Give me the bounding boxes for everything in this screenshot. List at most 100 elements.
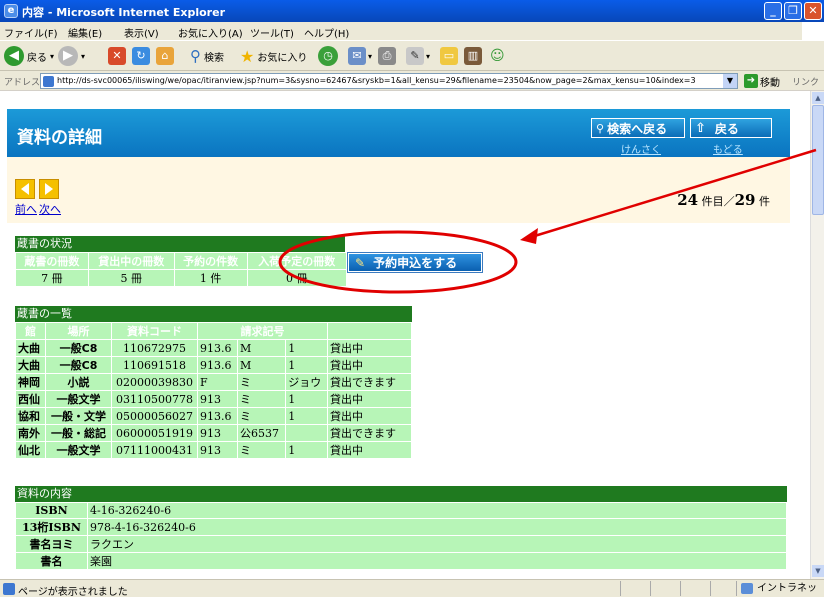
- discuss-button[interactable]: ▭: [440, 45, 458, 67]
- table-cell: 貸出できます: [327, 424, 412, 442]
- research-button[interactable]: ▥: [464, 45, 482, 67]
- list-header: 請求記号: [197, 322, 328, 340]
- stop-button[interactable]: ✕: [108, 45, 126, 67]
- table-cell: 協和: [15, 407, 46, 425]
- field-value: 978-4-16-326240-6: [87, 518, 787, 536]
- minimize-button[interactable]: _: [764, 2, 782, 20]
- search-back-button[interactable]: ⚲ 検索へ戻る: [591, 118, 685, 138]
- holdings-status-title: 蔵書の状況: [15, 236, 345, 252]
- list-header: 資料コード: [111, 322, 198, 340]
- reserve-button[interactable]: ✎ 予約申込をする: [347, 252, 483, 273]
- menu-help[interactable]: ヘルプ(H): [304, 25, 349, 40]
- field-value: 4-16-326240-6: [87, 502, 787, 519]
- maximize-button[interactable]: ❐: [784, 2, 802, 20]
- table-cell: 一般文学: [45, 390, 112, 408]
- table-cell: 07111000431: [111, 441, 198, 459]
- menu-file[interactable]: ファイル(F): [4, 25, 58, 40]
- edit-button[interactable]: ✎ ▾: [406, 45, 430, 67]
- back-link-button[interactable]: ⇧ 戻る: [690, 118, 772, 138]
- page-title: 資料の詳細: [17, 128, 102, 148]
- links-label[interactable]: リンク: [792, 75, 819, 88]
- table-cell: 貸出中: [327, 390, 412, 408]
- holdings-list-title: 蔵書の一覧: [15, 306, 412, 322]
- browser-window: e 内容 - Microsoft Internet Explorer _ ❐ ✕…: [0, 0, 824, 597]
- prev-link[interactable]: 前へ: [15, 201, 37, 217]
- home-icon: ⌂: [156, 47, 174, 65]
- table-cell: ジョウ: [285, 373, 328, 391]
- scroll-thumb[interactable]: [812, 105, 824, 215]
- window-title: 内容 - Microsoft Internet Explorer: [22, 6, 225, 19]
- table-cell: 一般C8: [45, 339, 112, 357]
- toolbar: ◀ 戻る ▾ ▶ ▾ ✕ ↻ ⌂ ⚲ 検索 ★ お気に入り ◷ ✉ ▾ ⎙ ✎ …: [0, 40, 824, 70]
- table-cell: 公6537: [237, 424, 287, 442]
- favorites-button[interactable]: ★ お気に入り: [240, 45, 307, 67]
- chevron-down-icon: ▾: [81, 51, 86, 61]
- close-button[interactable]: ✕: [804, 2, 822, 20]
- table-cell: 仙北: [15, 441, 46, 459]
- table-cell: M: [237, 339, 287, 357]
- navigation-band: 前へ 次へ 24 件目／29 件: [7, 157, 790, 223]
- vertical-scrollbar[interactable]: ▲ ▼: [810, 91, 824, 579]
- table-cell: 一般C8: [45, 356, 112, 374]
- table-cell: 貸出中: [327, 407, 412, 425]
- table-row: 13桁ISBN 978-4-16-326240-6: [15, 518, 787, 536]
- table-row: 南外 一般・総記 06000051919 913 公6537 貸出できます: [15, 424, 412, 442]
- result-count: 24 件目／29 件: [677, 191, 770, 209]
- table-cell: 西仙: [15, 390, 46, 408]
- table-cell: 913: [196, 424, 239, 442]
- search-icon: ⚲: [190, 47, 201, 65]
- search-button[interactable]: ⚲ 検索: [190, 45, 224, 67]
- chevron-down-icon[interactable]: ▼: [723, 74, 737, 88]
- list-header: 場所: [45, 322, 112, 340]
- books-icon: ▥: [464, 47, 482, 65]
- history-icon: ◷: [318, 46, 338, 66]
- forward-arrow-icon: ▶: [58, 46, 78, 66]
- menu-view[interactable]: 表示(V): [124, 25, 159, 40]
- home-button[interactable]: ⌂: [156, 45, 174, 67]
- page-content: 資料の詳細 ⚲ 検索へ戻る けんさく ⇧ 戻る もどる 前へ 次へ 24 件目／…: [0, 91, 810, 579]
- search-back-sub-link[interactable]: けんさく: [621, 141, 661, 156]
- go-button[interactable]: ➜ 移動: [744, 73, 780, 89]
- menu-favorites[interactable]: お気に入り(A): [178, 25, 243, 40]
- history-button[interactable]: ◷: [318, 45, 338, 67]
- menu-bar: ファイル(F) 編集(E) 表示(V) お気に入り(A) ツール(T) ヘルプ(…: [0, 22, 824, 40]
- table-cell: 1: [285, 407, 328, 425]
- messenger-button[interactable]: ☺: [490, 45, 505, 67]
- next-arrow-button[interactable]: [39, 179, 59, 199]
- prev-arrow-button[interactable]: [15, 179, 35, 199]
- page-header: 資料の詳細 ⚲ 検索へ戻る けんさく ⇧ 戻る もどる: [7, 109, 790, 157]
- mail-icon: ✉: [348, 47, 366, 65]
- table-cell: 1: [285, 339, 328, 357]
- status-bar: ページが表示されました イントラネット: [0, 579, 824, 597]
- address-input[interactable]: http://ds-svc00065/iliswing/we/opac/itir…: [40, 73, 738, 89]
- refresh-button[interactable]: ↻: [132, 45, 150, 67]
- edit-icon: ✎: [406, 47, 424, 65]
- back-sub-link[interactable]: もどる: [713, 141, 743, 156]
- table-cell: 貸出中: [327, 339, 412, 357]
- table-cell: 貸出中: [327, 356, 412, 374]
- address-bar: アドレス(D) http://ds-svc00065/iliswing/we/o…: [0, 70, 824, 90]
- field-label: 13桁ISBN: [15, 518, 88, 536]
- scroll-down-icon[interactable]: ▼: [812, 565, 824, 577]
- table-cell: 110672975: [111, 339, 198, 357]
- next-arrow-icon: [45, 183, 53, 195]
- field-label: 書名ヨミ: [15, 535, 88, 553]
- next-link[interactable]: 次へ: [39, 201, 61, 217]
- chevron-down-icon: ▾: [368, 51, 373, 61]
- table-cell: 貸出できます: [327, 373, 412, 391]
- table-cell: ミ: [237, 441, 287, 459]
- scroll-up-icon[interactable]: ▲: [812, 92, 824, 104]
- menu-edit[interactable]: 編集(E): [68, 25, 102, 40]
- table-cell: 02000039830: [111, 373, 198, 391]
- menu-tools[interactable]: ツール(T): [250, 25, 294, 40]
- folder-icon: ▭: [440, 47, 458, 65]
- print-button[interactable]: ⎙: [378, 45, 396, 67]
- table-row: 大曲 一般C8 110691518 913.6 M 1 貸出中: [15, 356, 412, 374]
- field-value: 楽園: [87, 552, 787, 570]
- mail-button[interactable]: ✉ ▾: [348, 45, 372, 67]
- stop-icon: ✕: [108, 47, 126, 65]
- back-button[interactable]: ◀ 戻る ▾: [4, 45, 54, 67]
- forward-button[interactable]: ▶ ▾: [58, 45, 85, 67]
- table-row: 書名 楽園: [15, 552, 787, 570]
- reservation-count: 1 件: [173, 269, 248, 287]
